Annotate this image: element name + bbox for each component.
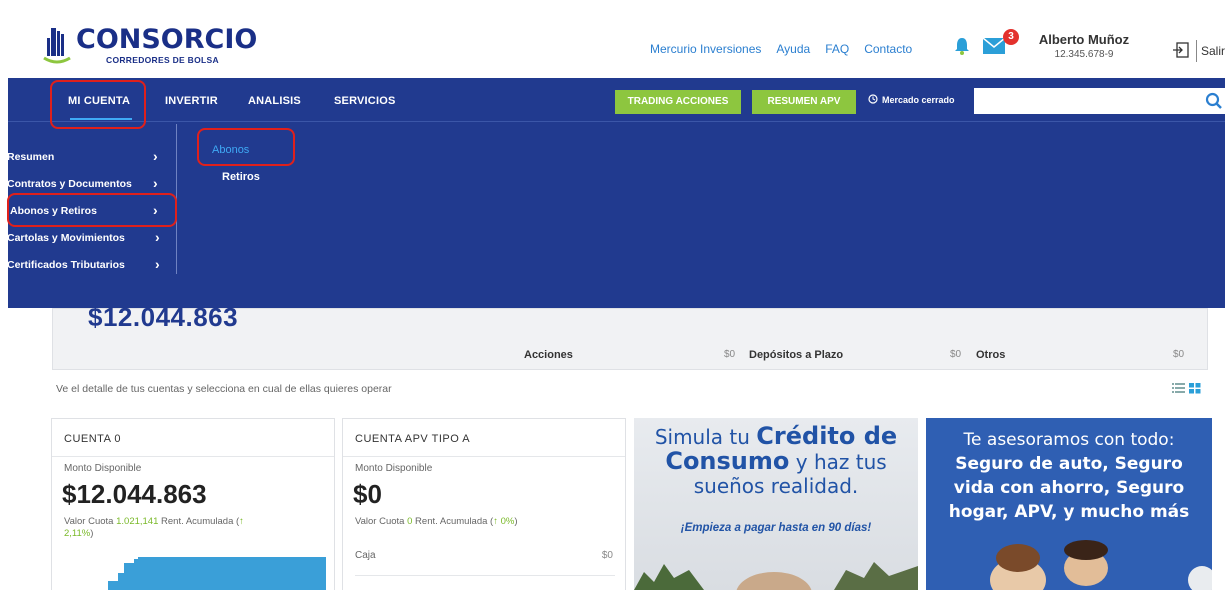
arrow-up-icon: ↑	[239, 516, 244, 527]
banner-text: Te asesoramos con todo:	[963, 430, 1175, 450]
card-divider	[343, 456, 625, 457]
card-title: CUENTA APV TIPO A	[355, 433, 471, 445]
highlight-abonos-retiros	[7, 193, 177, 227]
menu-item-resumen[interactable]: Resumen	[7, 151, 54, 163]
link-ayuda[interactable]: Ayuda	[776, 42, 810, 56]
menu-item-cartolas[interactable]: Cartolas y Movimientos	[7, 232, 125, 244]
chevron-right-icon: ›	[155, 256, 160, 272]
card-divider	[52, 456, 334, 457]
resumen-apv-button[interactable]: RESUMEN APV	[752, 90, 856, 114]
card-label: Monto Disponible	[64, 463, 142, 474]
market-status-label: Mercado cerrado	[882, 95, 955, 105]
logout-icon	[1172, 41, 1190, 61]
notification-badge: 3	[1003, 29, 1019, 45]
user-rut: 12.345.678-9	[1054, 49, 1114, 60]
card-title: CUENTA 0	[64, 433, 121, 445]
user-info[interactable]: Alberto Muñoz 12.345.678-9	[1030, 32, 1138, 60]
nav-servicios[interactable]: SERVICIOS	[334, 95, 396, 107]
row-divider	[355, 575, 615, 576]
card-info: Valor Cuota 1.021,141 Rent. Acumulada (↑…	[64, 516, 244, 540]
logo-name: CONSORCIO	[76, 24, 258, 55]
detail-instructions: Ve el detalle de tus cuentas y seleccion…	[56, 383, 392, 395]
banner-illustration	[990, 540, 1212, 590]
logo-icon	[42, 26, 72, 64]
banner-text: y haz tus	[789, 450, 887, 474]
highlight-abonos	[197, 128, 295, 166]
account-card-cuenta-0[interactable]: CUENTA 0 Monto Disponible $12.044.863 Va…	[51, 418, 335, 590]
mi-cuenta-dropdown	[8, 122, 1225, 308]
banner-text: vida con ahorro, Seguro	[953, 478, 1185, 498]
logout-button[interactable]: Salir	[1172, 40, 1225, 62]
highlight-mi-cuenta	[50, 80, 146, 129]
search-input[interactable]	[974, 88, 1225, 114]
banner-illustration	[634, 562, 918, 590]
balance-mini-chart	[108, 557, 326, 590]
card-amount: $12.044.863	[62, 479, 207, 509]
caja-row: Caja $0	[355, 550, 613, 561]
banner-headline: Simula tu Crédito de Consumo y haz tus s…	[634, 424, 918, 498]
banner-text-bold: Crédito de	[756, 422, 898, 450]
cuota-label: Valor Cuota	[355, 516, 408, 527]
chevron-right-icon: ›	[153, 175, 158, 191]
caja-value: $0	[601, 550, 613, 561]
consorcio-logo[interactable]: CONSORCIO CORREDORES DE BOLSA	[42, 26, 257, 70]
divider	[1196, 40, 1197, 62]
rent-value: 2,11%	[64, 528, 91, 539]
market-status: Mercado cerrado	[868, 94, 955, 106]
balance-label-otros: Otros	[976, 349, 1006, 361]
rent-suffix: )	[514, 516, 518, 527]
card-amount: $0	[353, 479, 382, 509]
banner-text-bold: Consumo	[665, 447, 790, 475]
mail-icon[interactable]	[982, 37, 1006, 59]
caja-label: Caja	[355, 550, 376, 561]
banner-text: sueños realidad.	[693, 474, 859, 498]
search-icon[interactable]	[1205, 92, 1223, 115]
balance-value-otros: $0	[1173, 349, 1185, 360]
card-label: Monto Disponible	[355, 463, 433, 474]
banner-headline: Te asesoramos con todo: Seguro de auto, …	[926, 428, 1212, 524]
rent-label: Rent. Acumulada (	[412, 516, 494, 527]
link-mercurio[interactable]: Mercurio Inversiones	[650, 42, 761, 56]
list-view-icon[interactable]	[1172, 381, 1185, 399]
balance-value-depositos: $0	[950, 349, 962, 360]
submenu-retiros[interactable]: Retiros	[222, 171, 260, 183]
link-contacto[interactable]: Contacto	[864, 42, 912, 56]
grid-view-icon[interactable]	[1189, 381, 1201, 399]
chevron-right-icon: ›	[153, 148, 158, 164]
card-info: Valor Cuota 0 Rent. Acumulada (↑ 0%)	[355, 516, 518, 528]
nav-analisis[interactable]: ANALISIS	[248, 95, 301, 107]
balance-value-acciones: $0	[724, 349, 736, 360]
credito-consumo-banner[interactable]: Simula tu Crédito de Consumo y haz tus s…	[634, 418, 918, 590]
link-faq[interactable]: FAQ	[825, 42, 849, 56]
logo-sub: CORREDORES DE BOLSA	[106, 55, 219, 65]
clock-icon	[868, 94, 878, 106]
account-card-apv-tipo-a[interactable]: CUENTA APV TIPO A Monto Disponible $0 Va…	[342, 418, 626, 590]
banner-text: Seguro de auto, Seguro	[955, 454, 1183, 474]
view-toggle	[1172, 381, 1201, 399]
chevron-right-icon: ›	[155, 229, 160, 245]
rent-suffix: )	[90, 528, 94, 539]
cuota-label: Valor Cuota	[64, 516, 117, 527]
rent-value: 0%	[497, 516, 515, 527]
menu-item-contratos[interactable]: Contratos y Documentos	[7, 178, 132, 190]
nav-invertir[interactable]: INVERTIR	[165, 95, 218, 107]
banner-text: Simula tu	[654, 425, 757, 449]
balance-label-acciones: Acciones	[524, 349, 573, 361]
bell-icon[interactable]	[953, 36, 971, 61]
banner-subline: ¡Empieza a pagar hasta en 90 días!	[680, 522, 872, 534]
balance-label-depositos: Depósitos a Plazo	[749, 349, 844, 361]
seguros-banner[interactable]: Te asesoramos con todo: Seguro de auto, …	[926, 418, 1212, 590]
top-links: Mercurio Inversiones Ayuda FAQ Contacto	[650, 42, 927, 56]
logout-label: Salir	[1201, 44, 1225, 58]
main-nav: MI CUENTA INVERTIR ANALISIS SERVICIOS TR…	[8, 78, 1225, 122]
user-name: Alberto Muñoz	[1038, 32, 1130, 47]
total-balance: $12.044.863	[88, 302, 239, 332]
banner-text: hogar, APV, y mucho más	[948, 502, 1190, 522]
header: CONSORCIO CORREDORES DE BOLSA Mercurio I…	[0, 0, 1225, 78]
cuota-value: 1.021,141	[116, 516, 159, 527]
trading-acciones-button[interactable]: TRADING ACCIONES	[615, 90, 741, 114]
rent-label: Rent. Acumulada (	[158, 516, 240, 527]
menu-item-certificados[interactable]: Certificados Tributarios	[7, 259, 125, 271]
